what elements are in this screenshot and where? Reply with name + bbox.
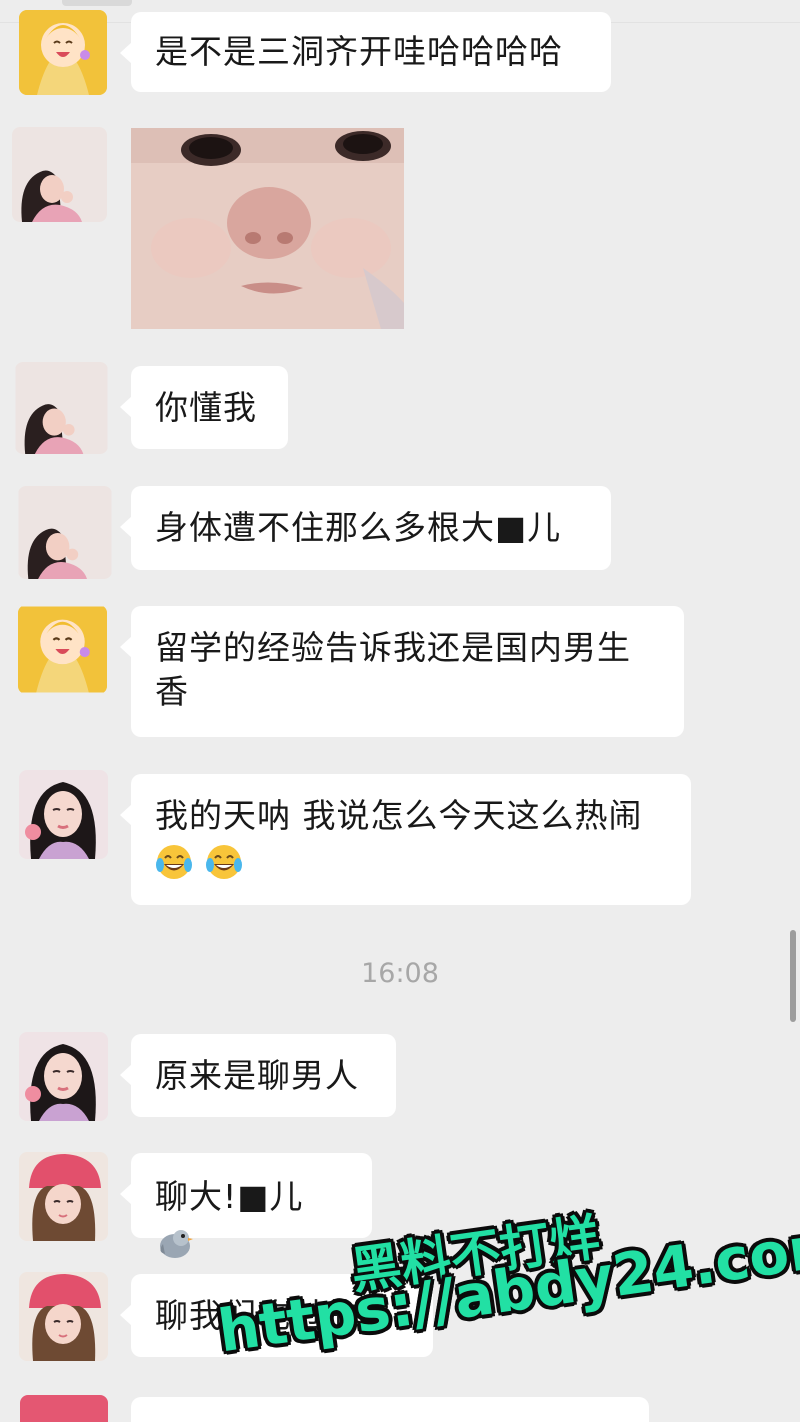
girl-avatar-b-icon: [19, 770, 108, 859]
avatar-girl-a[interactable]: [18, 486, 112, 579]
avatar-cartoon-girl[interactable]: [19, 10, 107, 95]
avatar-partial: [20, 1395, 108, 1422]
top-bar-ghost: [62, 0, 132, 6]
crying-baby-sticker-image[interactable]: [131, 128, 404, 329]
message-text: 身体遭不住那么多根大■儿: [155, 508, 562, 547]
cartoon-girl-avatar-icon: [18, 606, 107, 693]
bird-emoji-icon: [155, 1224, 193, 1262]
girl-avatar-a-icon: [12, 127, 107, 222]
message-text: 原来是聊男人: [155, 1056, 359, 1095]
girl-avatar-a-icon: [15, 362, 108, 454]
tears-of-joy-emoji-icon: [155, 843, 193, 881]
cartoon-girl-avatar-icon: [19, 10, 107, 95]
scrollbar-thumb[interactable]: [790, 930, 796, 1022]
message-bubble[interactable]: 我的天呐 我说怎么今天这么热闹: [120, 774, 691, 905]
message-text: 是不是三洞齐开哇哈哈哈哈: [155, 32, 563, 71]
next-message-peek: [0, 1395, 800, 1422]
girl-avatar-b-icon: [19, 1032, 108, 1121]
avatar-girl-a[interactable]: [12, 127, 107, 222]
avatar-girl-c[interactable]: [19, 1152, 108, 1241]
message-bubble[interactable]: 聊大!■儿: [120, 1153, 372, 1258]
avatar-girl-a[interactable]: [15, 362, 108, 454]
message-bubble-partial: [131, 1397, 649, 1422]
message-bubble[interactable]: 身体遭不住那么多根大■儿: [120, 486, 611, 570]
girl-avatar-c-icon: [19, 1152, 108, 1241]
message-bubble[interactable]: 你懂我: [120, 366, 288, 449]
message-bubble[interactable]: 原来是聊男人: [120, 1034, 396, 1117]
avatar-cartoon-girl[interactable]: [18, 605, 107, 694]
girl-avatar-c-icon: [19, 1272, 108, 1361]
tears-of-joy-emoji-icon: [205, 843, 243, 881]
message-text: 留学的经验告诉我还是国内男生香: [155, 628, 631, 711]
girl-avatar-a-icon: [18, 486, 112, 579]
message-bubble[interactable]: 留学的经验告诉我还是国内男生香: [120, 606, 684, 737]
message-text: 我的天呐 我说怎么今天这么热闹: [155, 796, 643, 835]
crying-baby-icon: [131, 128, 404, 329]
avatar-girl-b[interactable]: [19, 1032, 108, 1121]
message-text: 聊大!■儿: [155, 1177, 304, 1216]
avatar-girl-c[interactable]: [19, 1272, 108, 1361]
avatar-girl-b[interactable]: [19, 770, 108, 859]
timestamp: 16:08: [361, 958, 439, 989]
message-text: 你懂我: [155, 388, 257, 427]
message-bubble[interactable]: 是不是三洞齐开哇哈哈哈哈: [120, 12, 611, 92]
